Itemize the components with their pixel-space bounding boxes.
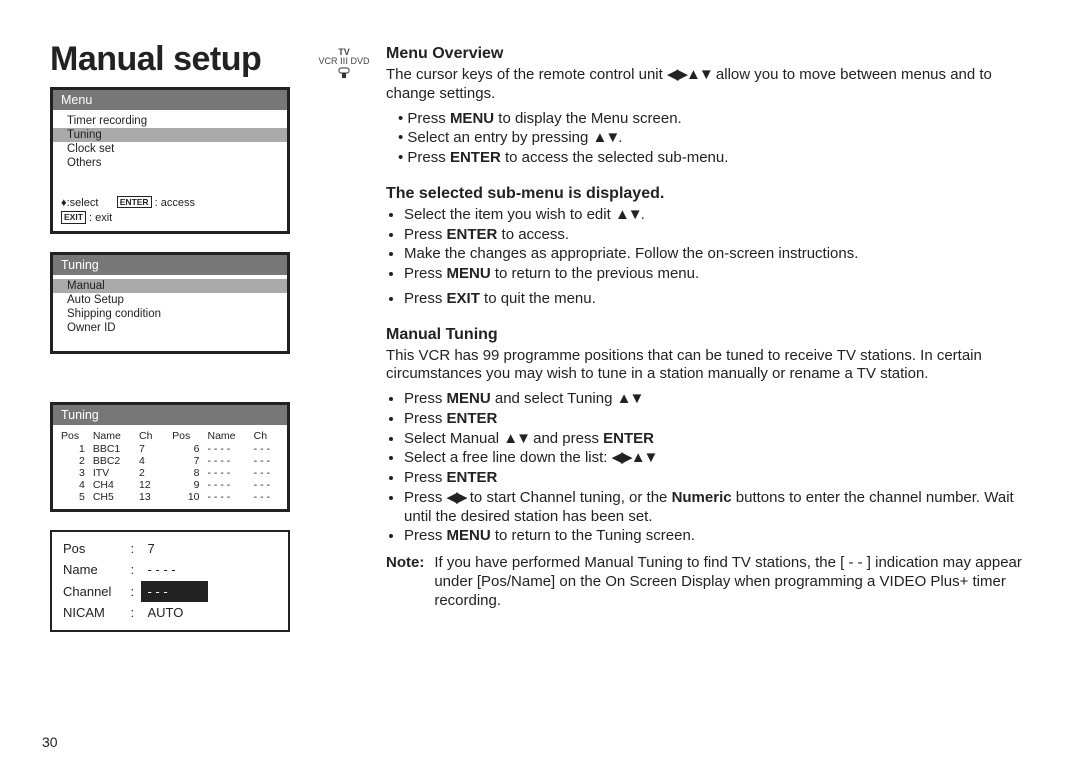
osd-menu-item: Timer recording bbox=[67, 114, 279, 128]
osd-tuning-item: Shipping condition bbox=[67, 307, 279, 321]
list-item: Press MENU and select Tuning ▲▼ bbox=[404, 390, 1030, 409]
table-row: 5CH51310- - - -- - - bbox=[59, 491, 281, 503]
list-item: Press ENTER to access the selected sub-m… bbox=[398, 149, 1030, 168]
osd-tuning-item: Owner ID bbox=[67, 321, 279, 335]
osd-tuning-item-selected: Manual bbox=[53, 279, 287, 293]
list-item: Press ENTER to access. bbox=[404, 226, 1030, 245]
table-row: Pos:7 bbox=[62, 538, 208, 560]
osd-tuning-menu-header: Tuning bbox=[53, 255, 287, 275]
list-item: Select the item you wish to edit ▲▼. bbox=[404, 206, 1030, 225]
osd-menu-footer: ♦:select ENTER : access EXIT : exit bbox=[53, 194, 287, 231]
osd-tuning-item: Auto Setup bbox=[67, 293, 279, 307]
list-item: Press MENU to return to the previous men… bbox=[404, 265, 1030, 284]
table-row: 1BBC176- - - -- - - bbox=[59, 443, 281, 455]
osd-menu-header: Menu bbox=[53, 90, 287, 110]
paragraph: This VCR has 99 programme positions that… bbox=[386, 347, 1030, 385]
osd-tuning-list-header: Tuning bbox=[53, 405, 287, 425]
table-row: 3ITV28- - - -- - - bbox=[59, 467, 281, 479]
osd-tuning-table: Pos Name Ch Pos Name Ch 1BBC176- - - -- … bbox=[59, 429, 281, 503]
osd-menu-item: Clock set bbox=[67, 142, 279, 156]
heading-submenu: The selected sub-menu is displayed. bbox=[386, 184, 1030, 204]
table-row: 4CH4129- - - -- - - bbox=[59, 479, 281, 491]
list-item: Make the changes as appropriate. Follow … bbox=[404, 245, 1030, 264]
remote-mode-icon: TV VCR ⅠⅠⅠ DVD bbox=[314, 48, 374, 79]
heading-manual-tuning: Manual Tuning bbox=[386, 325, 1030, 345]
list-item: Press ◀▶ to start Channel tuning, or the… bbox=[404, 489, 1030, 527]
osd-tuning-menu-box: Tuning Manual Auto Setup Shipping condit… bbox=[50, 252, 290, 354]
list-item: Press MENU to display the Menu screen. bbox=[398, 110, 1030, 129]
osd-menu-item: Others bbox=[67, 156, 279, 170]
heading-menu-overview: Menu Overview bbox=[386, 44, 1030, 64]
note: Note: If you have performed Manual Tunin… bbox=[386, 554, 1030, 610]
list-item: Press EXIT to quit the menu. bbox=[404, 290, 1030, 309]
list-item: Select an entry by pressing ▲▼. bbox=[398, 129, 1030, 148]
page-number: 30 bbox=[42, 734, 58, 750]
tuning-detail-box: Pos:7Name:- - - -Channel:- - -NICAM:AUTO bbox=[50, 530, 290, 632]
list-item: Press MENU to return to the Tuning scree… bbox=[404, 527, 1030, 546]
list-item: Press ENTER bbox=[404, 469, 1030, 488]
table-row: NICAM:AUTO bbox=[62, 602, 208, 624]
list-item: Press ENTER bbox=[404, 410, 1030, 429]
osd-menu-box: Menu Timer recording Tuning Clock set Ot… bbox=[50, 87, 290, 234]
table-row: Name:- - - - bbox=[62, 559, 208, 581]
osd-menu-item-selected: Tuning bbox=[53, 128, 287, 142]
table-row: Channel:- - - bbox=[62, 581, 208, 603]
osd-tuning-list-box: Tuning Pos Name Ch Pos Name Ch 1BBC176- … bbox=[50, 402, 290, 512]
page-title: Manual setup bbox=[50, 40, 290, 79]
list-item: Select a free line down the list: ◀▶▲▼ bbox=[404, 449, 1030, 468]
table-row: 2BBC247- - - -- - - bbox=[59, 455, 281, 467]
paragraph: The cursor keys of the remote control un… bbox=[386, 66, 1030, 104]
list-item: Select Manual ▲▼ and press ENTER bbox=[404, 430, 1030, 449]
